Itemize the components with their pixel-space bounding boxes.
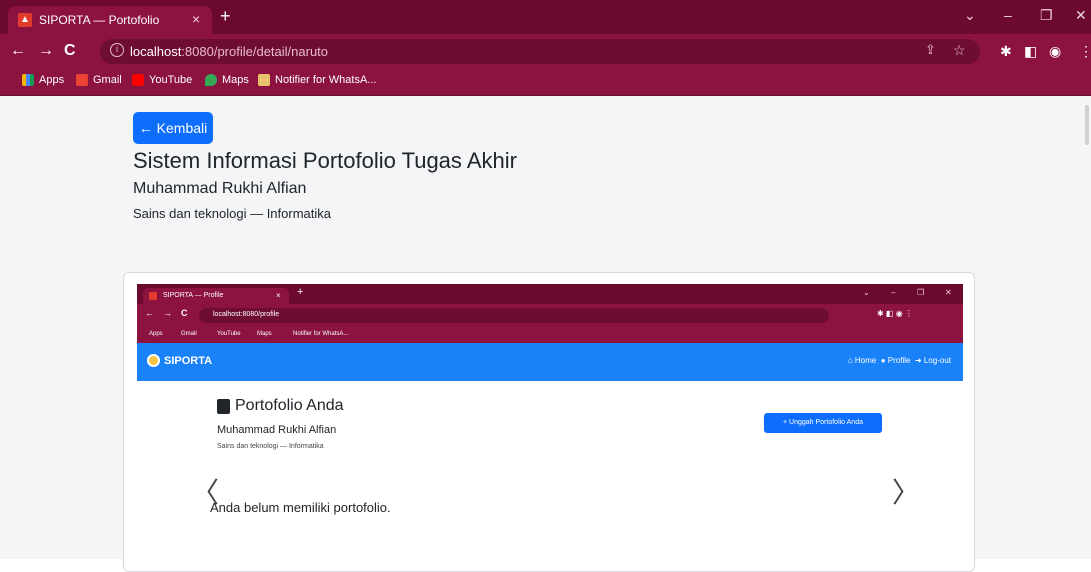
inner-bookmark-gmail: Gmail bbox=[181, 331, 197, 337]
bookmark-youtube[interactable]: YouTube bbox=[132, 74, 192, 86]
bookmark-star-icon[interactable]: ☆ bbox=[953, 42, 966, 59]
side-panel-icon[interactable]: ◧ bbox=[1024, 42, 1037, 60]
inner-back-icon: ← bbox=[145, 308, 154, 318]
bookmark-maps[interactable]: Maps bbox=[205, 74, 249, 86]
profile-avatar-icon[interactable]: ◉ bbox=[1049, 42, 1061, 60]
inner-tab-bar: SIPORTA — Profile × + ⌄ – ❐ ✕ bbox=[137, 284, 963, 304]
inner-forward-icon: → bbox=[163, 308, 172, 318]
browser-tab[interactable]: ▲ SIPORTA — Portofolio × bbox=[8, 6, 212, 34]
page-title: Sistem Informasi Portofolio Tugas Akhir bbox=[133, 148, 517, 173]
apps-grid-icon bbox=[22, 74, 34, 86]
inner-tab-close-icon: × bbox=[276, 291, 281, 300]
maps-pin-icon bbox=[205, 74, 217, 86]
inner-close-icon: ✕ bbox=[945, 288, 952, 297]
inner-heading: Portofolio Anda bbox=[217, 397, 344, 415]
share-icon[interactable]: ⇪ bbox=[925, 42, 936, 58]
favicon-icon: ▲ bbox=[18, 13, 32, 27]
folder-icon bbox=[258, 74, 270, 86]
carousel-next-icon: 〉 bbox=[892, 476, 921, 509]
inner-toolbar: ← → C localhost:8080/profile ✱ ◧ ◉ ⋮ bbox=[137, 304, 963, 326]
bookmark-notifier[interactable]: Notifier for WhatsA... bbox=[258, 74, 376, 86]
browser-tab-bar: ▲ SIPORTA — Portofolio × + ⌄ – ❐ ✕ bbox=[0, 0, 1091, 34]
back-arrow-icon[interactable]: ← bbox=[10, 42, 26, 60]
bookmark-apps[interactable]: Apps bbox=[22, 74, 64, 86]
portfolio-screenshot: SIPORTA — Profile × + ⌄ – ❐ ✕ ← → C loca… bbox=[137, 284, 963, 559]
user-icon: ● bbox=[880, 356, 886, 365]
inner-name: Muhammad Rukhi Alfian bbox=[217, 424, 337, 436]
inner-favicon-icon bbox=[149, 292, 157, 300]
inner-faculty: Sains dan teknologi — Informatika bbox=[217, 443, 324, 450]
scrollbar[interactable] bbox=[1085, 105, 1089, 145]
inner-address-bar: localhost:8080/profile bbox=[199, 308, 829, 323]
home-icon: ⌂ bbox=[847, 356, 853, 365]
site-info-icon[interactable]: i bbox=[110, 43, 124, 57]
inner-new-tab-icon: + bbox=[297, 286, 304, 298]
forward-arrow-icon[interactable]: → bbox=[38, 42, 54, 60]
new-tab-button[interactable]: + bbox=[220, 6, 231, 26]
contact-card-icon bbox=[217, 398, 230, 414]
inner-bookmarks-bar: Apps Gmail YouTube Maps Notifier for Wha… bbox=[137, 326, 963, 343]
restore-icon[interactable]: ❐ bbox=[1040, 7, 1053, 24]
back-button[interactable]: ← Kembali bbox=[133, 112, 213, 144]
inner-nav-logout: Log-out bbox=[923, 356, 951, 365]
close-window-icon[interactable]: ✕ bbox=[1075, 7, 1087, 24]
inner-nav-links: ⌂ Home ● Profile ➜ Log-out bbox=[848, 356, 951, 365]
logout-icon: ➜ bbox=[914, 356, 922, 365]
tab-close-icon[interactable]: × bbox=[192, 11, 200, 27]
gmail-icon bbox=[76, 74, 88, 86]
empty-portfolio-message: Anda belum memiliki portofolio. bbox=[210, 500, 391, 515]
youtube-icon bbox=[132, 74, 144, 86]
inner-url: localhost:8080/profile bbox=[213, 311, 280, 318]
tab-search-icon[interactable]: ⌄ bbox=[964, 7, 976, 24]
siporta-logo-icon bbox=[147, 354, 160, 367]
inner-brand: SIPORTA bbox=[147, 354, 212, 367]
url-text: localhost:8080/profile/detail/naruto bbox=[130, 44, 329, 59]
inner-bookmark-notifier: Notifier for WhatsA... bbox=[293, 331, 349, 337]
inner-tab-title: SIPORTA — Profile bbox=[163, 292, 224, 299]
inner-minimize-icon: – bbox=[891, 288, 896, 297]
inner-nav-home: Home bbox=[854, 356, 877, 365]
student-name: Muhammad Rukhi Alfian bbox=[133, 180, 307, 197]
inner-tab-search-icon: ⌄ bbox=[863, 288, 870, 297]
bookmarks-bar: Apps Gmail YouTube Maps Notifier for Wha… bbox=[0, 68, 1091, 96]
inner-tab: SIPORTA — Profile × bbox=[143, 288, 289, 304]
menu-kebab-icon[interactable]: ⋮ bbox=[1079, 42, 1091, 60]
browser-toolbar: ← → C i localhost:8080/profile/detail/na… bbox=[0, 34, 1091, 68]
reload-icon[interactable]: C bbox=[64, 42, 76, 60]
inner-bookmark-apps: Apps bbox=[149, 331, 163, 337]
extensions-icon[interactable]: ✱ bbox=[1000, 42, 1012, 60]
student-faculty: Sains dan teknologi — Informatika bbox=[133, 206, 331, 221]
tab-title: SIPORTA — Portofolio bbox=[39, 13, 160, 27]
minimize-icon[interactable]: – bbox=[1004, 7, 1012, 23]
inner-extensions-icon: ✱ ◧ ◉ ⋮ bbox=[877, 309, 913, 318]
address-bar[interactable]: i localhost:8080/profile/detail/naruto ⇪… bbox=[100, 39, 980, 64]
inner-bookmark-maps: Maps bbox=[257, 331, 272, 337]
inner-restore-icon: ❐ bbox=[917, 288, 925, 297]
bookmark-gmail[interactable]: Gmail bbox=[76, 74, 122, 86]
inner-nav-profile: Profile bbox=[887, 356, 911, 365]
inner-navbar: SIPORTA ⌂ Home ● Profile ➜ Log-out bbox=[137, 343, 963, 381]
inner-bookmark-youtube: YouTube bbox=[217, 331, 241, 337]
inner-content: Portofolio Anda Muhammad Rukhi Alfian Sa… bbox=[137, 381, 963, 559]
inner-reload-icon: C bbox=[181, 308, 188, 318]
inner-upload-button: + Unggah Portofolio Anda bbox=[764, 413, 882, 433]
